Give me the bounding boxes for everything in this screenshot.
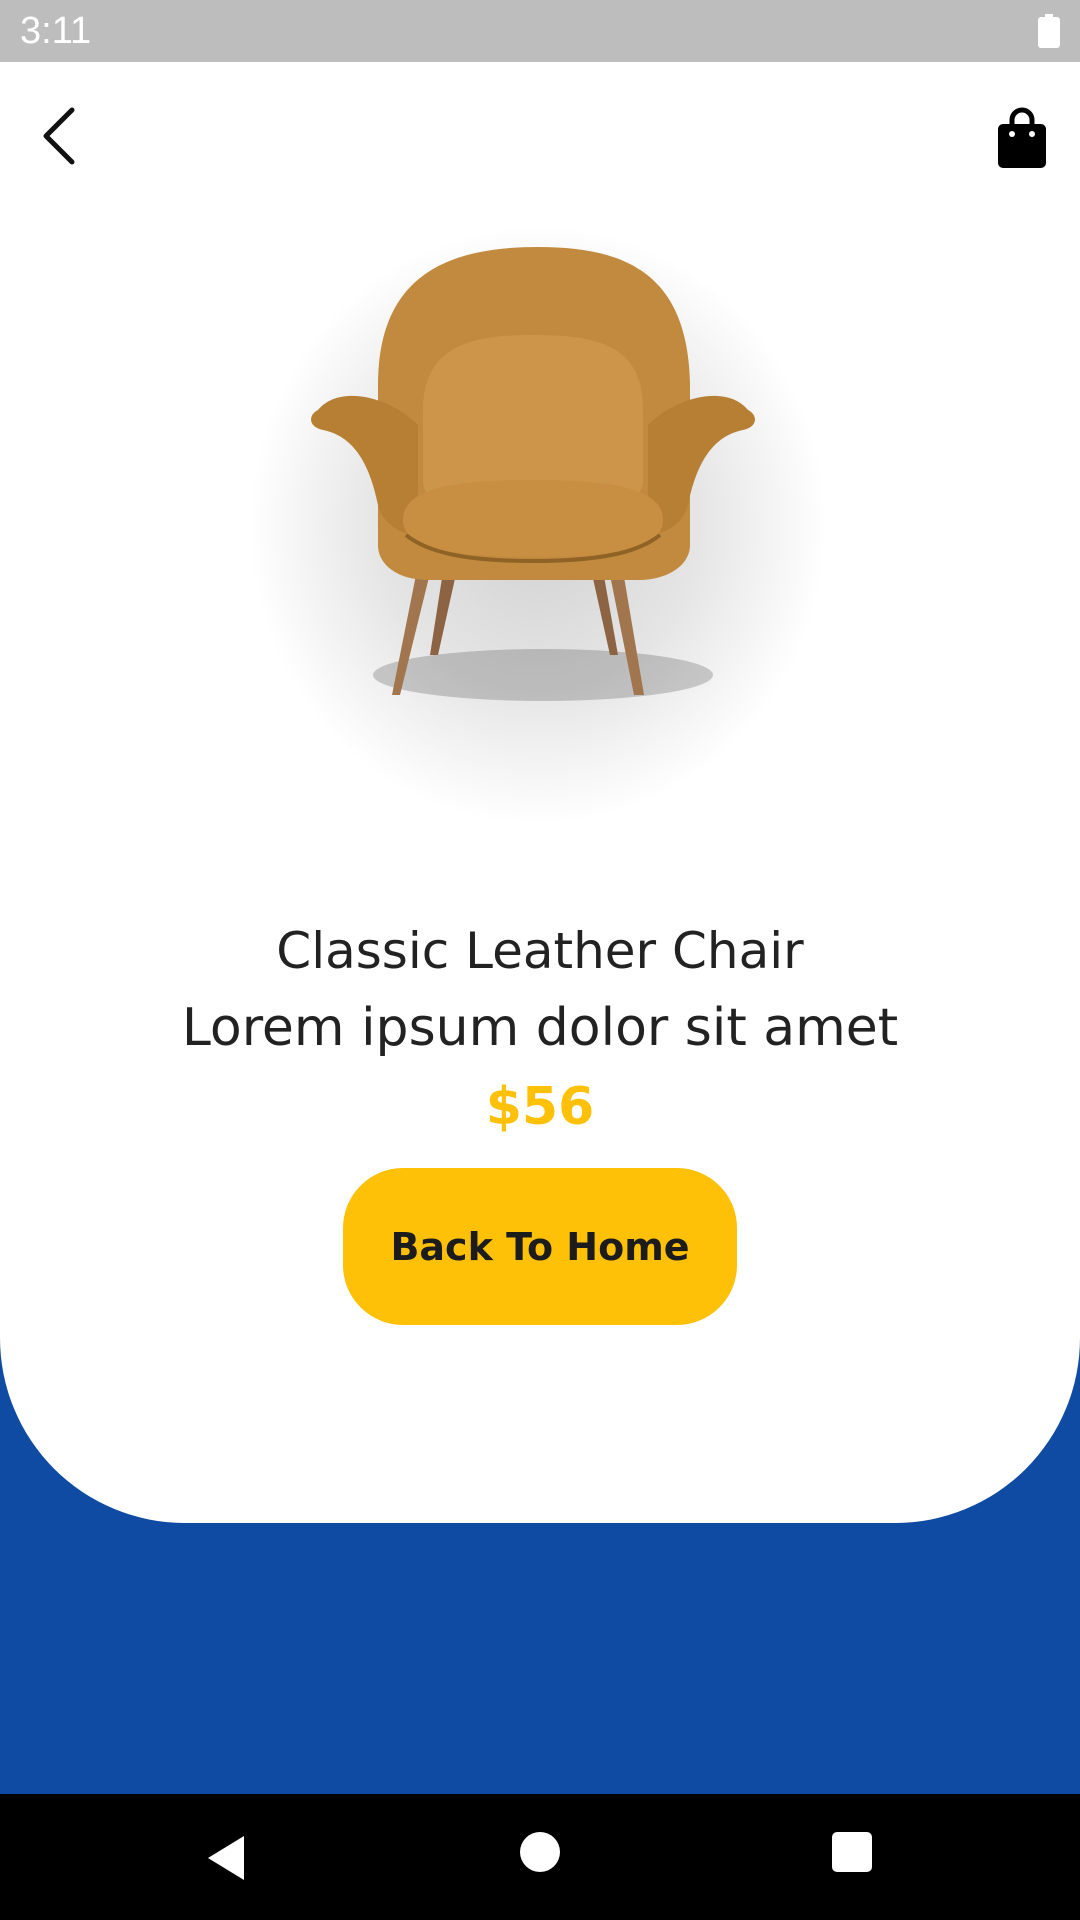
nav-back-icon[interactable] [204, 1834, 248, 1882]
armchair-image [311, 247, 755, 701]
status-bar: 3:11 [0, 0, 1080, 62]
product-description: Lorem ipsum dolor sit amet [181, 998, 899, 1058]
product-image [188, 205, 888, 855]
cart-button[interactable] [994, 106, 1050, 170]
shopping-bag-icon [998, 107, 1046, 168]
battery-icon [1038, 14, 1060, 48]
navigation-bar [0, 1794, 1080, 1920]
product-name: Classic Leather Chair [276, 922, 804, 980]
back-to-home-button[interactable]: Back To Home [343, 1168, 737, 1325]
product-price: $56 [485, 1077, 595, 1137]
chevron-left-icon [43, 107, 75, 165]
back-button[interactable] [28, 98, 88, 174]
status-time: 3:11 [20, 10, 92, 52]
nav-home-icon[interactable] [520, 1832, 560, 1872]
nav-recents-icon[interactable] [832, 1832, 872, 1872]
